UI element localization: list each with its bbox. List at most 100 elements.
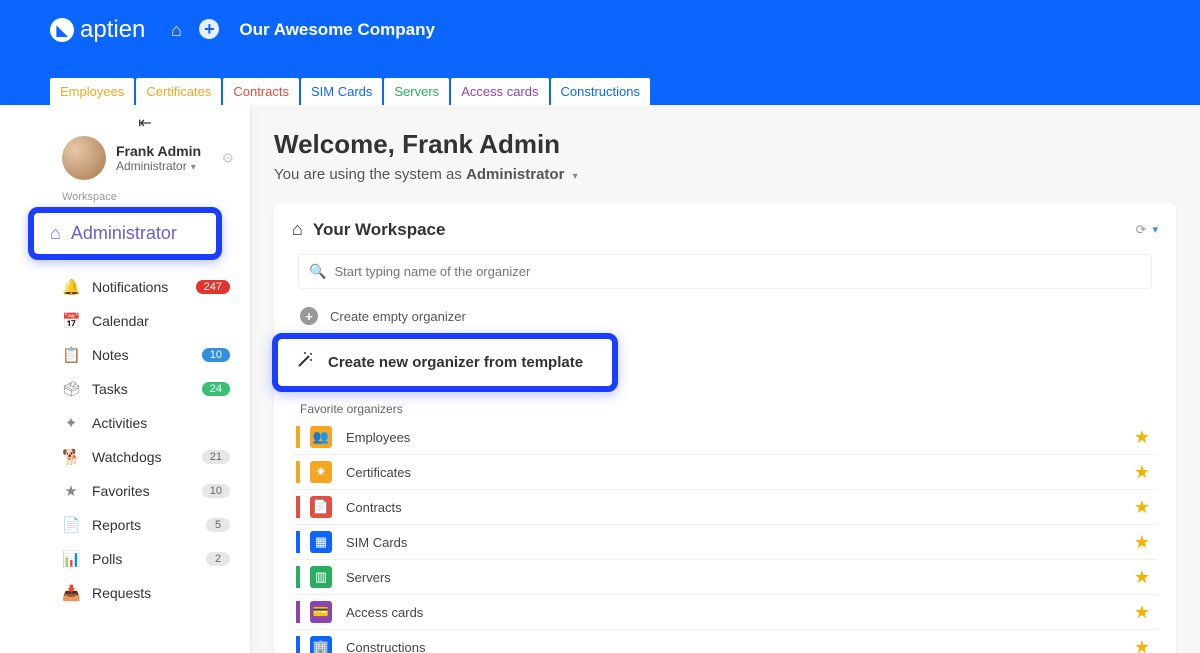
logo-mark-icon: ◣ xyxy=(50,18,74,42)
organizer-contracts[interactable]: 📄 Contracts★ xyxy=(292,490,1158,525)
tab-servers[interactable]: Servers xyxy=(384,78,449,105)
workspace-card: ⌂ Your Workspace ⟳ ▾ 🔍 + Create empty or… xyxy=(274,203,1176,653)
organizer-icon: 👥 xyxy=(310,426,332,448)
house-icon: ⌂ xyxy=(50,223,61,244)
organizer-icon: ▦ xyxy=(310,531,332,553)
calendar-icon: 📅 xyxy=(62,312,80,330)
sidebar-item-administrator[interactable]: ⌂ Administrator xyxy=(28,207,222,260)
gear-icon[interactable]: ⚙ xyxy=(221,150,234,167)
tab-contracts[interactable]: Contracts xyxy=(223,78,299,105)
card-title: Your Workspace xyxy=(313,220,1136,240)
house-icon: ⌂ xyxy=(292,219,303,240)
organizer-list: 👥Employees★✷Certificates★📄Contracts★▦SIM… xyxy=(292,420,1158,653)
create-organizer-from-template[interactable]: Create new organizer from template xyxy=(272,333,618,392)
sidebar-item-watchdogs[interactable]: 🐕Watchdogs21 xyxy=(0,440,250,474)
organizer-constructions[interactable]: 🏢Constructions★ xyxy=(292,630,1158,653)
favorite-organizers-label: Favorite organizers xyxy=(292,398,1158,420)
collapse-sidebar-icon[interactable]: ⇤ xyxy=(130,111,160,135)
color-bar xyxy=(296,531,300,553)
organizer-access-cards[interactable]: 💳 Access cards★ xyxy=(292,595,1158,630)
nav-label: Calendar xyxy=(92,313,149,329)
page-subtitle: You are using the system as Administrato… xyxy=(274,166,1176,183)
star-icon[interactable]: ★ xyxy=(1134,427,1150,448)
chevron-down-icon[interactable]: ▾ xyxy=(191,162,196,173)
sidebar-item-activities[interactable]: ✦ Activities xyxy=(0,406,250,440)
watchdogs-icon: 🐕 xyxy=(62,448,80,466)
tasks-icon: 🗳 xyxy=(62,380,80,398)
color-bar xyxy=(296,566,300,588)
requests-icon: 📥 xyxy=(62,584,80,602)
sidebar-item-tasks[interactable]: 🗳 Tasks 24 xyxy=(0,372,250,406)
chevron-down-icon[interactable]: ▾ xyxy=(573,171,578,182)
color-bar xyxy=(296,601,300,623)
color-bar xyxy=(296,496,300,518)
refresh-icon[interactable]: ⟳ xyxy=(1136,222,1147,238)
sidebar-item-favorites[interactable]: ★Favorites10 xyxy=(0,474,250,508)
create-empty-organizer[interactable]: + Create empty organizer xyxy=(292,301,1158,331)
organizer-servers[interactable]: ▥Servers★ xyxy=(292,560,1158,595)
nav-label: Activities xyxy=(92,415,147,431)
tab-constructions[interactable]: Constructions xyxy=(551,78,650,105)
organizer-label: Access cards xyxy=(346,605,1134,620)
notifications-icon: 🔔 xyxy=(62,278,80,296)
sidebar-item-reports[interactable]: 📄 Reports 5 xyxy=(0,508,250,542)
star-icon[interactable]: ★ xyxy=(1134,532,1150,553)
organizer-sim-cards[interactable]: ▦ SIM Cards★ xyxy=(292,525,1158,560)
organizer-search[interactable]: 🔍 xyxy=(298,254,1152,289)
top-header: ◣ aptien ⌂ + Our Awesome Company xyxy=(0,0,1200,60)
company-name: Our Awesome Company xyxy=(239,20,435,40)
profile-block[interactable]: Frank Admin Administrator▾ ⚙ xyxy=(0,135,250,181)
home-icon[interactable]: ⌂ xyxy=(165,19,187,41)
star-icon[interactable]: ★ xyxy=(1134,497,1150,518)
chevron-down-icon[interactable]: ▾ xyxy=(1152,223,1158,236)
brand-name: aptien xyxy=(80,16,145,44)
brand-logo[interactable]: ◣ aptien xyxy=(50,16,145,44)
tab-access-cards[interactable]: Access cards xyxy=(451,78,548,105)
tab-sim-cards[interactable]: SIM Cards xyxy=(301,78,382,105)
search-input[interactable] xyxy=(334,264,1141,279)
plus-icon: + xyxy=(300,307,318,325)
color-bar xyxy=(296,636,300,653)
organizer-icon: ▥ xyxy=(310,566,332,588)
organizer-certificates[interactable]: ✷ Certificates★ xyxy=(292,455,1158,490)
nav-label: Watchdogs xyxy=(92,449,162,465)
profile-name: Frank Admin xyxy=(116,143,201,159)
tab-certificates[interactable]: Certificates xyxy=(136,78,221,105)
search-icon: 🔍 xyxy=(309,263,326,280)
badge: 10 xyxy=(202,348,230,362)
sidebar-item-calendar[interactable]: 📅 Calendar xyxy=(0,304,250,338)
sidebar-item-polls[interactable]: 📊 Polls 2 xyxy=(0,542,250,576)
organizer-employees[interactable]: 👥Employees★ xyxy=(292,420,1158,455)
organizer-label: Certificates xyxy=(346,465,1134,480)
sidebar-item-notes[interactable]: 📋 Notes 10 xyxy=(0,338,250,372)
reports-icon: 📄 xyxy=(62,516,80,534)
star-icon[interactable]: ★ xyxy=(1134,462,1150,483)
nav-label: Reports xyxy=(92,517,141,533)
sidebar-item-requests[interactable]: 📥 Requests xyxy=(0,576,250,610)
add-icon[interactable]: + xyxy=(199,19,219,39)
notes-icon: 📋 xyxy=(62,346,80,364)
nav-label: Polls xyxy=(92,551,122,567)
sidebar: ⇤ Frank Admin Administrator▾ ⚙ Workspace… xyxy=(0,105,250,653)
organizer-icon: 💳 xyxy=(310,601,332,623)
badge: 2 xyxy=(206,552,230,566)
star-icon[interactable]: ★ xyxy=(1134,567,1150,588)
nav-label: Favorites xyxy=(92,483,150,499)
nav-label: Tasks xyxy=(92,381,128,397)
star-icon[interactable]: ★ xyxy=(1134,637,1150,653)
badge: 5 xyxy=(206,518,230,532)
organizer-label: Contracts xyxy=(346,500,1134,515)
activities-icon: ✦ xyxy=(62,414,80,432)
tab-employees[interactable]: Employees xyxy=(50,78,134,105)
organizer-icon: 📄 xyxy=(310,496,332,518)
nav-label: Requests xyxy=(92,585,151,601)
organizer-label: SIM Cards xyxy=(346,535,1134,550)
nav-label: Notes xyxy=(92,347,129,363)
badge: 24 xyxy=(202,382,230,396)
star-icon[interactable]: ★ xyxy=(1134,602,1150,623)
organizer-icon: ✷ xyxy=(310,461,332,483)
sidebar-item-notifications[interactable]: 🔔Notifications247 xyxy=(0,270,250,304)
badge: 10 xyxy=(202,484,230,498)
administrator-label: Administrator xyxy=(71,223,177,244)
polls-icon: 📊 xyxy=(62,550,80,568)
